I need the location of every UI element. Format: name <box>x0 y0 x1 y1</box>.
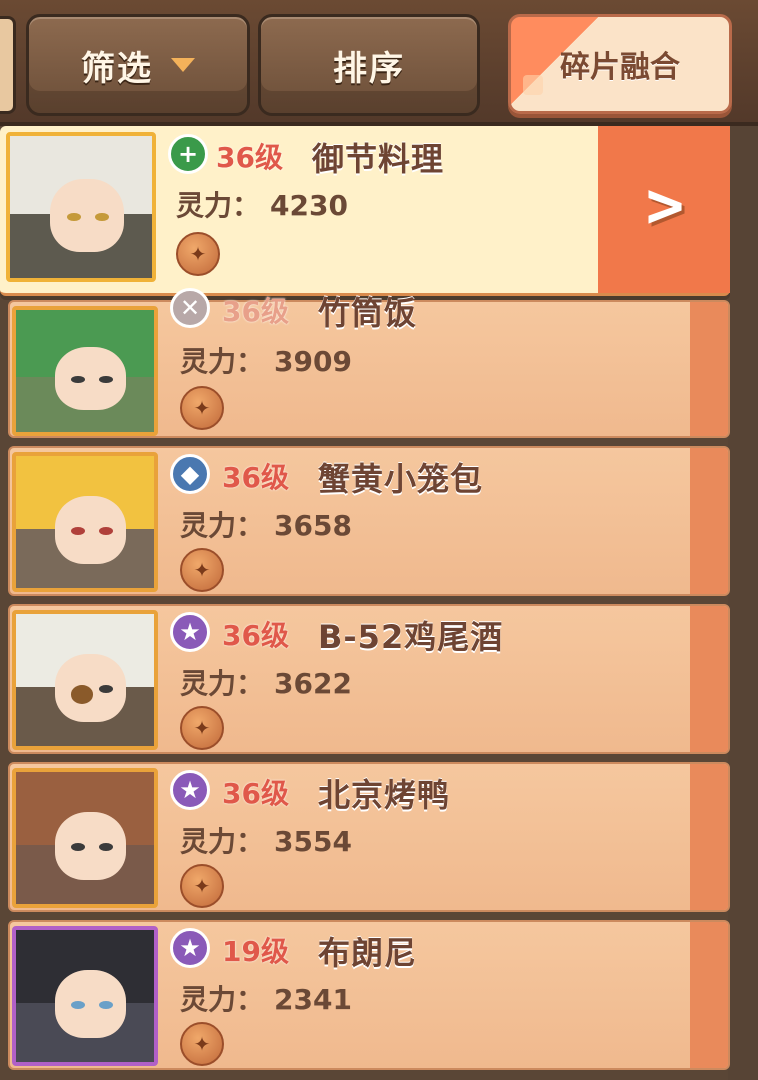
character-name: 北京烤鸭 <box>318 776 451 814</box>
plus-icon: + <box>168 134 208 174</box>
character-portrait <box>12 926 158 1066</box>
power-value: 2341 <box>274 983 352 1016</box>
equipment-coin-icon: ✦ <box>180 706 224 750</box>
row-edge <box>690 302 728 436</box>
equipment-coin-icon: ✦ <box>180 1022 224 1066</box>
chevron-down-icon <box>171 58 195 72</box>
level-label: 36级 <box>216 141 283 174</box>
character-portrait <box>6 132 156 282</box>
spirit-power: 灵力： 4230 <box>176 184 348 224</box>
list-side-strip <box>728 126 758 1080</box>
sort-button[interactable]: 排序 <box>258 14 480 116</box>
character-portrait <box>12 452 158 592</box>
fragment-fusion-button[interactable]: 碎片融合 <box>508 14 732 114</box>
power-label: 灵力： <box>180 667 265 700</box>
character-name: B-52鸡尾酒 <box>318 618 504 656</box>
spirit-power: 灵力： 2341 <box>180 978 352 1018</box>
character-name: 蟹黄小笼包 <box>318 460 484 498</box>
equipment-coin-icon: ✦ <box>180 864 224 908</box>
row-edge <box>690 764 728 910</box>
character-row[interactable]: > + 36级 御节料理 灵力： 4230 ✦ <box>0 126 730 296</box>
star-icon: ★ <box>170 770 210 810</box>
character-list[interactable]: > + 36级 御节料理 灵力： 4230 ✦ ✕ 36级 竹筒饭 灵力： 3909… <box>0 126 758 1080</box>
level-label: 36级 <box>222 619 289 652</box>
fragment-fusion-label: 碎片融合 <box>560 50 680 85</box>
character-portrait <box>12 306 158 436</box>
character-portrait <box>12 610 158 750</box>
character-row[interactable]: ✕ 36级 竹筒饭 灵力： 3909 ✦ <box>8 288 730 438</box>
power-value: 3622 <box>274 667 352 700</box>
row-edge <box>690 606 728 752</box>
spirit-power: 灵力： 3658 <box>180 504 352 544</box>
row-edge <box>690 448 728 594</box>
row-edge <box>690 922 728 1068</box>
puzzle-icon <box>523 75 543 95</box>
top-toolbar: 筛选 排序 碎片融合 <box>0 0 758 126</box>
power-label: 灵力： <box>180 983 265 1016</box>
power-label: 灵力： <box>180 509 265 542</box>
star-icon: ★ <box>170 612 210 652</box>
level-label: 36级 <box>222 295 289 328</box>
character-row[interactable]: ◆ 36级 蟹黄小笼包 灵力： 3658 ✦ <box>8 446 730 596</box>
swords-icon: ✕ <box>170 288 210 328</box>
level-label: 36级 <box>222 777 289 810</box>
character-name: 御节料理 <box>312 140 445 178</box>
spirit-power: 灵力： 3554 <box>180 820 352 860</box>
sort-label: 排序 <box>333 48 405 89</box>
shield-icon: ◆ <box>170 454 210 494</box>
power-value: 3658 <box>274 509 352 542</box>
character-row[interactable]: ★ 36级 北京烤鸭 灵力： 3554 ✦ <box>8 762 730 912</box>
character-row[interactable]: ★ 36级 B-52鸡尾酒 灵力： 3622 ✦ <box>8 604 730 754</box>
power-label: 灵力： <box>180 345 265 378</box>
level-label: 19级 <box>222 935 289 968</box>
character-name: 布朗尼 <box>318 934 418 972</box>
level-label: 36级 <box>222 461 289 494</box>
spirit-power: 灵力： 3909 <box>180 340 352 380</box>
filter-button[interactable]: 筛选 <box>26 14 250 116</box>
filter-label: 筛选 <box>81 48 153 89</box>
character-row[interactable]: ★ 19级 布朗尼 灵力： 2341 ✦ <box>8 920 730 1070</box>
equipment-coin-icon: ✦ <box>176 232 220 276</box>
equipment-coin-icon: ✦ <box>180 386 224 430</box>
power-value: 3909 <box>274 345 352 378</box>
power-value: 4230 <box>270 189 348 222</box>
chevron-right-icon[interactable]: > <box>638 169 692 243</box>
equipment-coin-icon: ✦ <box>180 548 224 592</box>
power-label: 灵力： <box>180 825 265 858</box>
left-edge-button[interactable] <box>0 16 16 114</box>
star-icon: ★ <box>170 928 210 968</box>
spirit-power: 灵力： 3622 <box>180 662 352 702</box>
power-label: 灵力： <box>176 189 261 222</box>
character-name: 竹筒饭 <box>318 294 418 332</box>
character-portrait <box>12 768 158 908</box>
power-value: 3554 <box>274 825 352 858</box>
